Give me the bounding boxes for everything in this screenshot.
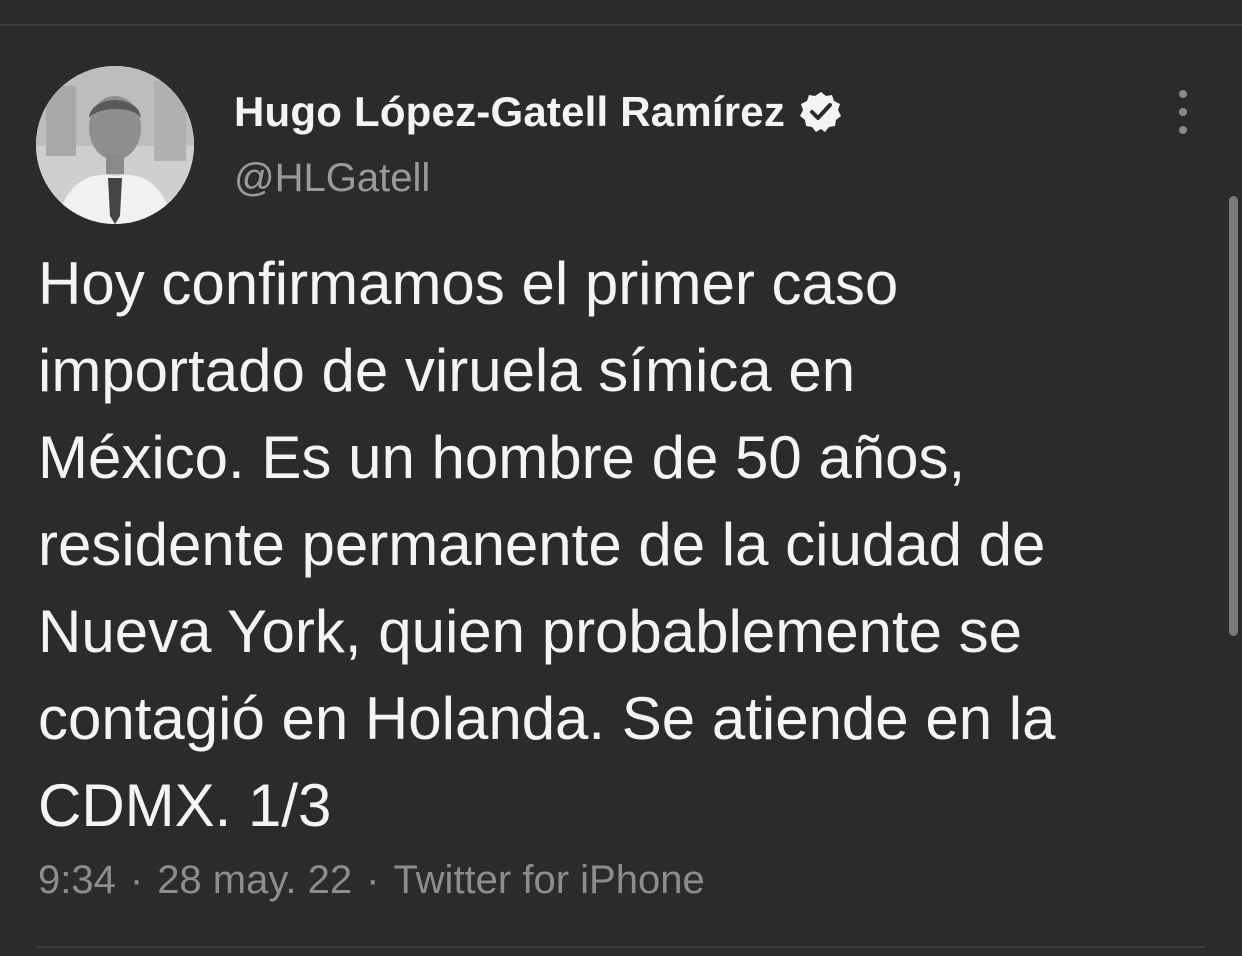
avatar-photo [36, 66, 194, 224]
author-handle[interactable]: @HLGatell [234, 156, 430, 201]
tweet-line: residente permanente de la ciudad de [38, 511, 1046, 578]
tweet-date[interactable]: 28 may. 22 [157, 858, 352, 903]
tweet-line: Nueva York, quien probablemente se [38, 598, 1023, 665]
more-dot [1179, 90, 1187, 98]
tweet-line: Hoy confirmamos el primer caso [38, 250, 899, 317]
meta-separator: · [366, 858, 380, 902]
tweet-source[interactable]: Twitter for iPhone [393, 858, 704, 903]
tweet-text: Hoy confirmamos el primer caso importado… [38, 240, 1218, 849]
tweet-line: CDMX. 1/3 [38, 772, 332, 839]
meta-separator: · [129, 858, 144, 902]
top-divider [0, 24, 1242, 26]
tweet-meta: 9:34 · 28 may. 22 · Twitter for iPhone [38, 858, 705, 903]
tweet-line: contagió en Holanda. Se atiende en la [38, 685, 1056, 752]
more-options-icon[interactable] [1168, 90, 1198, 134]
more-dot [1179, 126, 1187, 134]
verified-badge-icon [799, 90, 843, 134]
more-dot [1179, 108, 1187, 116]
author-name-row: Hugo López-Gatell Ramírez [234, 86, 843, 138]
bottom-divider [36, 946, 1206, 948]
tweet-line: importado de viruela símica en [38, 337, 856, 404]
tweet-time[interactable]: 9:34 [38, 858, 116, 903]
author-display-name[interactable]: Hugo López-Gatell Ramírez [234, 88, 785, 136]
avatar[interactable] [36, 66, 194, 224]
scrollbar[interactable] [1229, 196, 1238, 636]
tweet-line: México. Es un hombre de 50 años, [38, 424, 966, 491]
